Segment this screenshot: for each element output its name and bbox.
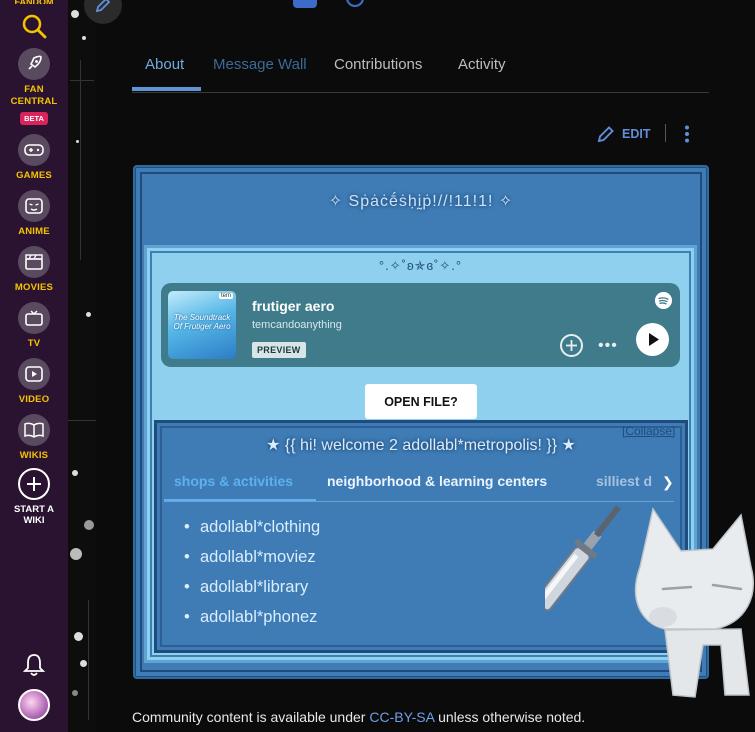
toolbar-divider — [665, 124, 666, 142]
pencil-icon — [597, 126, 614, 143]
rail-label: GAMES — [16, 170, 52, 181]
global-nav-rail: FANDOM FAN CENTRAL BETA GAMES ANIME MOVI… — [0, 0, 68, 732]
start-wiki-button[interactable]: START A WIKI — [0, 468, 68, 526]
more-options-icon[interactable] — [683, 125, 691, 143]
album-tag: tem — [218, 293, 233, 299]
list-item[interactable]: adollabl*clothing — [184, 512, 320, 542]
add-track-icon[interactable] — [560, 334, 583, 357]
book-icon — [18, 414, 50, 446]
rocket-icon — [18, 48, 50, 80]
chevron-right-icon[interactable]: ❯ — [662, 474, 674, 491]
more-dots-icon[interactable]: ••• — [598, 337, 618, 355]
license-link[interactable]: CC-BY-SA — [369, 709, 434, 725]
search-icon[interactable] — [20, 12, 48, 40]
anime-face-icon — [18, 190, 50, 222]
rail-label: WIKIS — [19, 450, 49, 461]
plus-icon — [18, 468, 50, 500]
rail-item-movies[interactable]: MOVIES — [0, 246, 68, 294]
track-artist[interactable]: temcandoanything — [252, 319, 342, 331]
rail-item-tv[interactable]: TV — [0, 302, 68, 350]
open-file-button[interactable]: OPEN FILE? — [365, 384, 477, 419]
beta-badge: BETA — [20, 112, 48, 125]
tab-contributions[interactable]: Contributions — [334, 56, 422, 73]
footer-license: Community content is available under CC-… — [132, 709, 585, 725]
spotify-icon[interactable] — [655, 292, 672, 309]
rail-item-fan-central[interactable]: FAN CENTRAL BETA — [0, 48, 68, 126]
rail-item-games[interactable]: GAMES — [0, 134, 68, 182]
rail-item-wikis[interactable]: WIKIS — [0, 414, 68, 462]
rail-label: FAN CENTRAL — [10, 84, 58, 107]
preview-badge: PREVIEW — [252, 342, 306, 358]
tab-neighborhood[interactable]: neighborhood & learning centers — [327, 473, 547, 489]
play-button[interactable] — [636, 323, 669, 356]
tab-message-wall[interactable]: Message Wall — [213, 56, 307, 73]
welcome-tabs: shops & activities neighborhood & learni… — [164, 466, 674, 502]
gamepad-icon — [18, 134, 50, 166]
fandom-logo[interactable]: FANDOM — [0, 0, 68, 4]
decorative-text: °.✧˚ʚ✯ɞ˚✧.° — [378, 258, 463, 273]
active-tab-indicator — [164, 499, 316, 501]
background-starfield — [68, 0, 96, 732]
track-title[interactable]: frutiger aero — [252, 298, 334, 314]
rail-label: TV — [27, 338, 41, 349]
album-art[interactable]: tem The Soundtrack Of Frutiger Aero — [168, 291, 236, 359]
top-toolbar-icons[interactable] — [293, 0, 373, 12]
tab-shops-activities[interactable]: shops & activities — [174, 473, 293, 489]
start-wiki-label: START A WIKI — [13, 504, 55, 526]
play-icon — [649, 333, 659, 346]
cat-syringe-sticker — [545, 505, 754, 698]
list-item[interactable]: adollabl*moviez — [184, 542, 320, 572]
rail-label: ANIME — [18, 226, 50, 237]
profile-tabs: About Message Wall Contributions Activit… — [132, 50, 709, 93]
album-text: The Soundtrack Of Frutiger Aero — [173, 313, 231, 331]
rail-item-video[interactable]: VIDEO — [0, 358, 68, 406]
tab-silliest[interactable]: silliest d — [596, 473, 652, 489]
rail-item-anime[interactable]: ANIME — [0, 190, 68, 238]
user-avatar[interactable] — [18, 689, 50, 721]
footer-text-after: unless otherwise noted. — [434, 709, 586, 725]
rail-label: MOVIES — [14, 282, 54, 293]
list-item[interactable]: adollabl*library — [184, 572, 320, 602]
welcome-title: ★ {{ hi! welcome 2 adollabl*metropolis! … — [266, 437, 576, 454]
tab-activity[interactable]: Activity — [458, 56, 506, 73]
pencil-icon — [95, 0, 111, 13]
footer-text-before: Community content is available under — [132, 709, 370, 725]
bell-icon[interactable] — [22, 652, 46, 678]
history-icon — [346, 0, 364, 8]
clapperboard-icon — [18, 246, 50, 278]
play-icon — [18, 358, 50, 390]
edit-button[interactable]: EDIT — [596, 123, 650, 145]
rail-label: VIDEO — [18, 394, 50, 405]
tv-icon — [18, 302, 50, 334]
edit-label: EDIT — [622, 127, 651, 141]
discord-icon — [293, 0, 317, 8]
tab-about[interactable]: About — [145, 56, 184, 73]
shop-list: adollabl*clothing adollabl*moviez adolla… — [184, 512, 320, 632]
list-item[interactable]: adollabl*phonez — [184, 602, 320, 632]
profile-title: ✧ Sṗȧċḗṡḥḭṗ!//!11!1! ✧ — [328, 193, 514, 210]
active-tab-indicator — [132, 87, 201, 91]
